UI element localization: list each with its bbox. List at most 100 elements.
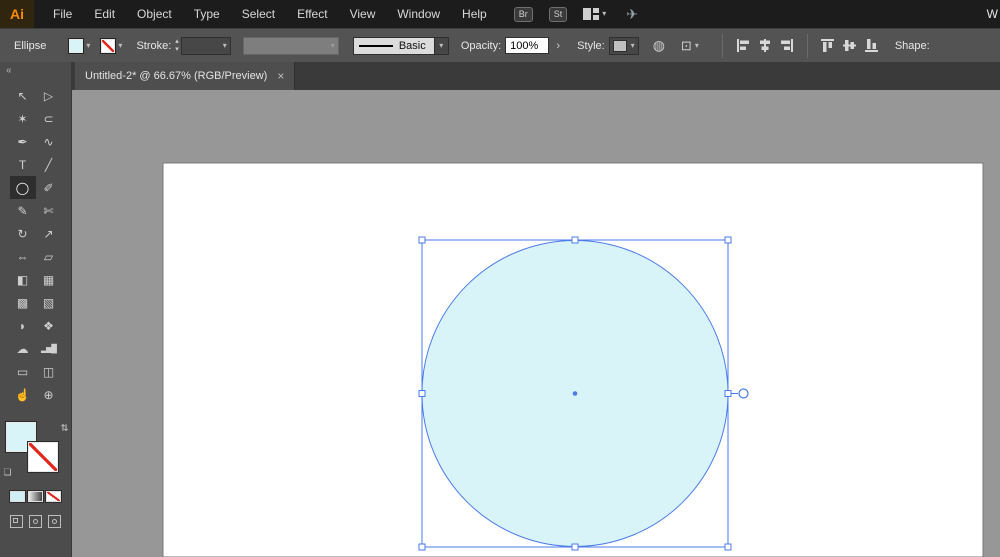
handle-bottom-right[interactable]: [724, 543, 732, 551]
workspace-switcher[interactable]: ▾: [583, 8, 606, 20]
stroke-weight-stepper[interactable]: ▴ ▾: [175, 38, 179, 53]
menu-edit[interactable]: Edit: [83, 0, 126, 28]
menu-object[interactable]: Object: [126, 0, 183, 28]
align-right-button[interactable]: [776, 35, 798, 57]
menu-type[interactable]: Type: [183, 0, 231, 28]
draw-normal-button[interactable]: [10, 515, 23, 528]
stepper-up-icon[interactable]: ▴: [175, 38, 179, 45]
pencil-tool[interactable]: ✎: [10, 199, 36, 222]
divider: [721, 33, 723, 58]
stepper-down-icon[interactable]: ▾: [175, 46, 179, 53]
illustrator-window: Ai File Edit Object Type Select Effect V…: [0, 0, 1000, 557]
type-tool[interactable]: T: [10, 153, 36, 176]
chevron-down-icon: ▾: [694, 40, 699, 50]
align-top-button[interactable]: [817, 35, 839, 57]
blend-tool[interactable]: ❖: [36, 314, 62, 337]
lasso-tool[interactable]: ⊂: [36, 107, 62, 130]
curvature-tool[interactable]: ∿: [36, 130, 62, 153]
handle-bottom-center[interactable]: [571, 543, 579, 551]
width-tool[interactable]: ⇔: [10, 245, 36, 268]
draw-inside-button[interactable]: [48, 515, 61, 528]
eyedropper-tool[interactable]: ◗: [10, 314, 36, 337]
align-bottom-icon: [864, 39, 878, 52]
free-transform-tool[interactable]: ▱: [36, 245, 62, 268]
document-tab-strip: Untitled-2* @ 66.67% (RGB/Preview) ×: [72, 62, 1000, 90]
gradient-button[interactable]: [27, 490, 44, 503]
menu-window[interactable]: Window: [386, 0, 451, 28]
fill-dropdown-icon[interactable]: ▾: [86, 41, 90, 50]
draw-behind-button[interactable]: [29, 515, 42, 528]
color-button[interactable]: [9, 490, 26, 503]
graphic-style-combo[interactable]: ▾: [608, 36, 639, 55]
perspective-grid-tool[interactable]: ▦: [36, 268, 62, 291]
chevron-down-icon: ▾: [222, 40, 227, 50]
handle-top-center[interactable]: [571, 236, 579, 244]
ellipse-tool[interactable]: ◯: [9, 176, 36, 199]
handle-middle-left[interactable]: [418, 390, 426, 397]
menu-file[interactable]: File: [42, 0, 83, 28]
default-fill-stroke-icon[interactable]: ❏: [4, 467, 12, 478]
brush-dropdown-button[interactable]: ▾: [434, 36, 449, 55]
magic-wand-tool[interactable]: ✶: [10, 107, 36, 130]
none-button[interactable]: [45, 490, 62, 503]
rotate-tool[interactable]: ↻: [10, 222, 36, 245]
share-icon[interactable]: ✈: [626, 6, 638, 23]
shape-center-point[interactable]: [572, 391, 578, 396]
fill-color-swatch[interactable]: [68, 37, 85, 54]
bridge-button[interactable]: Br: [513, 6, 533, 22]
live-shape-widget-handle[interactable]: [738, 388, 749, 399]
paintbrush-tool[interactable]: ✐: [36, 176, 62, 199]
document-tab[interactable]: Untitled-2* @ 66.67% (RGB/Preview) ×: [75, 62, 296, 90]
brush-definition-combo[interactable]: Basic: [352, 36, 435, 55]
fill-stroke-control: ⇄ ❏: [4, 422, 69, 478]
canvas[interactable]: [72, 90, 1000, 557]
opacity-input[interactable]: 100%: [505, 37, 550, 54]
handle-top-right[interactable]: [724, 236, 732, 244]
style-label: Style:: [577, 39, 605, 52]
menu-select[interactable]: Select: [231, 0, 286, 28]
column-graph-tool[interactable]: ▂▅█: [36, 337, 62, 360]
handle-bottom-left[interactable]: [418, 543, 426, 551]
mesh-tool[interactable]: ▩: [10, 291, 36, 314]
align-center-button[interactable]: [754, 35, 776, 57]
line-segment-tool[interactable]: ╱: [36, 153, 62, 176]
stroke-dropdown-icon[interactable]: ▾: [118, 41, 122, 50]
direct-selection-tool[interactable]: ▷: [36, 84, 62, 107]
stroke-color-swatch[interactable]: [100, 37, 117, 54]
swap-fill-stroke-icon[interactable]: ⇄: [58, 424, 69, 432]
handle-middle-right[interactable]: [724, 390, 732, 397]
document-setup-globe-icon[interactable]: ◍: [653, 37, 665, 54]
transform-options[interactable]: ⊡ ▾: [681, 38, 699, 54]
pen-tool[interactable]: ✒: [10, 130, 36, 153]
align-top-icon: [820, 39, 834, 52]
handle-top-left[interactable]: [418, 236, 426, 244]
menu-help[interactable]: Help: [451, 0, 498, 28]
symbol-sprayer-tool[interactable]: ☁: [10, 337, 36, 360]
color-mode-row: [0, 490, 71, 503]
menu-effect[interactable]: Effect: [286, 0, 338, 28]
zoom-tool[interactable]: ⊕: [36, 383, 62, 406]
hand-tool[interactable]: ☝: [10, 383, 36, 406]
collapse-panel-button[interactable]: «: [0, 62, 71, 78]
shape-builder-tool[interactable]: ◧: [10, 268, 36, 291]
opacity-panel-button[interactable]: ›: [551, 37, 565, 54]
menu-view[interactable]: View: [339, 0, 387, 28]
close-tab-icon[interactable]: ×: [277, 70, 284, 82]
stroke-none-swatch[interactable]: [27, 442, 58, 472]
stroke-weight-combo[interactable]: ▾: [180, 36, 231, 55]
selection-tool[interactable]: ↖: [10, 84, 36, 107]
align-left-button[interactable]: [732, 35, 754, 57]
draw-behind-icon: [33, 519, 38, 524]
artboard-tool[interactable]: ▭: [10, 360, 36, 383]
slice-tool[interactable]: ◫: [36, 360, 62, 383]
stock-button[interactable]: St: [548, 6, 568, 22]
align-middle-button[interactable]: [839, 35, 861, 57]
menubar-right-partial: W: [986, 7, 998, 21]
tools-panel: « ↖ ▷ ✶ ⊂ ✒ ∿ T ╱ ◯ ✐ ✎ ✄ ↻ ↗ ⇔ ▱ ◧ ▦ ▩: [0, 62, 72, 557]
align-bottom-button[interactable]: [861, 35, 883, 57]
gradient-tool[interactable]: ▧: [36, 291, 62, 314]
scale-tool[interactable]: ↗: [36, 222, 62, 245]
chevron-down-icon: ▾: [330, 40, 335, 50]
transform-icon: ⊡: [680, 37, 692, 53]
scissors-tool[interactable]: ✄: [36, 199, 62, 222]
